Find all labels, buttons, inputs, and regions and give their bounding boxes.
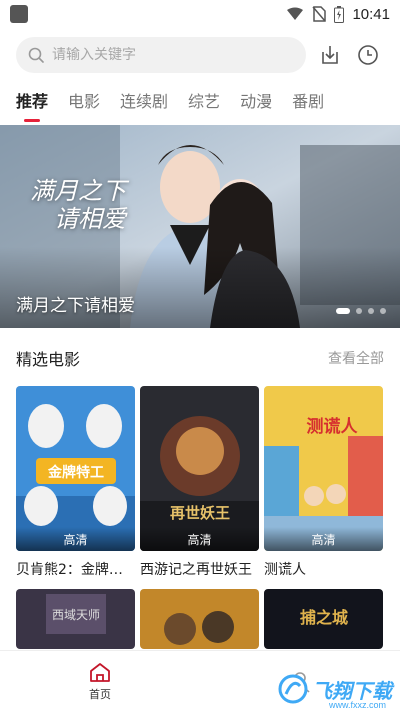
carousel-dot[interactable] bbox=[356, 308, 362, 314]
movie-poster: 测谎人 高清 bbox=[264, 386, 383, 551]
app-screen: 10:41 推荐 电影 连续剧 综艺 动漫 番剧 bbox=[0, 0, 400, 712]
status-bar: 10:41 bbox=[0, 0, 400, 28]
search-input[interactable] bbox=[52, 47, 272, 63]
search-row bbox=[0, 28, 400, 82]
tab-variety[interactable]: 综艺 bbox=[188, 88, 220, 116]
poster-title-text: 测谎人 bbox=[307, 416, 359, 437]
home-icon bbox=[90, 662, 110, 682]
notification-icon bbox=[10, 5, 28, 23]
movie-poster: 金牌特工 高清 bbox=[16, 386, 135, 551]
quality-badge: 高清 bbox=[264, 527, 383, 551]
tab-bangumi[interactable]: 番剧 bbox=[292, 88, 324, 116]
tab-recommend[interactable]: 推荐 bbox=[16, 88, 48, 122]
movie-title: 西游记之再世妖王 bbox=[140, 562, 252, 578]
quality-badge: 高清 bbox=[140, 527, 259, 551]
carousel-indicator bbox=[336, 308, 386, 314]
search-icon bbox=[28, 47, 44, 63]
tab-anime[interactable]: 动漫 bbox=[240, 88, 272, 116]
watermark: 飞翔下载 www.fxxz.com bbox=[278, 674, 392, 710]
carousel-dot[interactable] bbox=[336, 308, 350, 314]
battery-icon bbox=[334, 5, 345, 23]
no-sim-icon bbox=[312, 6, 327, 22]
carousel-dot[interactable] bbox=[368, 308, 374, 314]
poster-title-text: 再世妖王 bbox=[170, 504, 230, 522]
tab-movies[interactable]: 电影 bbox=[68, 88, 100, 116]
banner-caption: 满月之下请相爱 bbox=[16, 296, 135, 316]
nav-home[interactable]: 首页 bbox=[0, 651, 200, 712]
clock: 10:41 bbox=[352, 5, 390, 23]
wifi-icon bbox=[287, 7, 304, 20]
movie-card[interactable]: 金牌特工 高清 贝肯熊2：金牌特工 bbox=[16, 386, 135, 579]
status-icons: 10:41 bbox=[286, 5, 390, 23]
movie-card[interactable]: 捕之城 bbox=[264, 589, 383, 649]
movie-card[interactable]: 测谎人 高清 测谎人 bbox=[264, 386, 383, 579]
movie-grid: 金牌特工 高清 贝肯熊2：金牌特工 再世妖王 高清 西游记之再世妖王 测谎人 高… bbox=[16, 386, 384, 649]
poster-title-text: 捕之城 bbox=[300, 608, 348, 627]
movie-card[interactable]: 再世妖王 高清 西游记之再世妖王 bbox=[140, 386, 259, 579]
download-button[interactable] bbox=[316, 41, 344, 69]
carousel-dot[interactable] bbox=[380, 308, 386, 314]
movie-title: 贝肯熊2：金牌特工 bbox=[16, 562, 135, 578]
history-button[interactable] bbox=[354, 41, 382, 69]
banner-carousel[interactable]: 满月之下 请相爱 满月之下请相爱 bbox=[0, 125, 400, 328]
movie-poster: 西域天师 bbox=[16, 589, 135, 649]
movie-poster bbox=[140, 589, 259, 649]
poster-title-text: 金牌特工 bbox=[47, 464, 104, 481]
category-tabs: 推荐 电影 连续剧 综艺 动漫 番剧 bbox=[0, 82, 400, 122]
featured-movies-header: 精选电影 查看全部 bbox=[0, 340, 400, 376]
section-title: 精选电影 bbox=[16, 350, 81, 369]
banner-art-title: 满月之下 请相爱 bbox=[30, 177, 126, 233]
tab-series[interactable]: 连续剧 bbox=[120, 88, 168, 116]
banner-art-title-line2: 请相爱 bbox=[54, 205, 126, 233]
movie-poster: 再世妖王 高清 bbox=[140, 386, 259, 551]
quality-badge: 高清 bbox=[16, 527, 135, 551]
view-all-link[interactable]: 查看全部 bbox=[328, 348, 384, 368]
download-icon bbox=[322, 46, 338, 64]
movie-card[interactable]: 西域天师 bbox=[16, 589, 135, 649]
poster-title-text: 西域天师 bbox=[52, 608, 100, 622]
watermark-logo-icon bbox=[278, 674, 308, 704]
movie-poster: 捕之城 bbox=[264, 589, 383, 649]
watermark-url: www.fxxz.com bbox=[328, 700, 386, 710]
search-box[interactable] bbox=[16, 37, 306, 73]
movie-card[interactable] bbox=[140, 589, 259, 649]
banner-art-title-line1: 满月之下 bbox=[30, 177, 126, 205]
clock-icon bbox=[358, 45, 378, 65]
nav-home-label: 首页 bbox=[89, 687, 111, 701]
movie-title: 测谎人 bbox=[264, 562, 306, 578]
